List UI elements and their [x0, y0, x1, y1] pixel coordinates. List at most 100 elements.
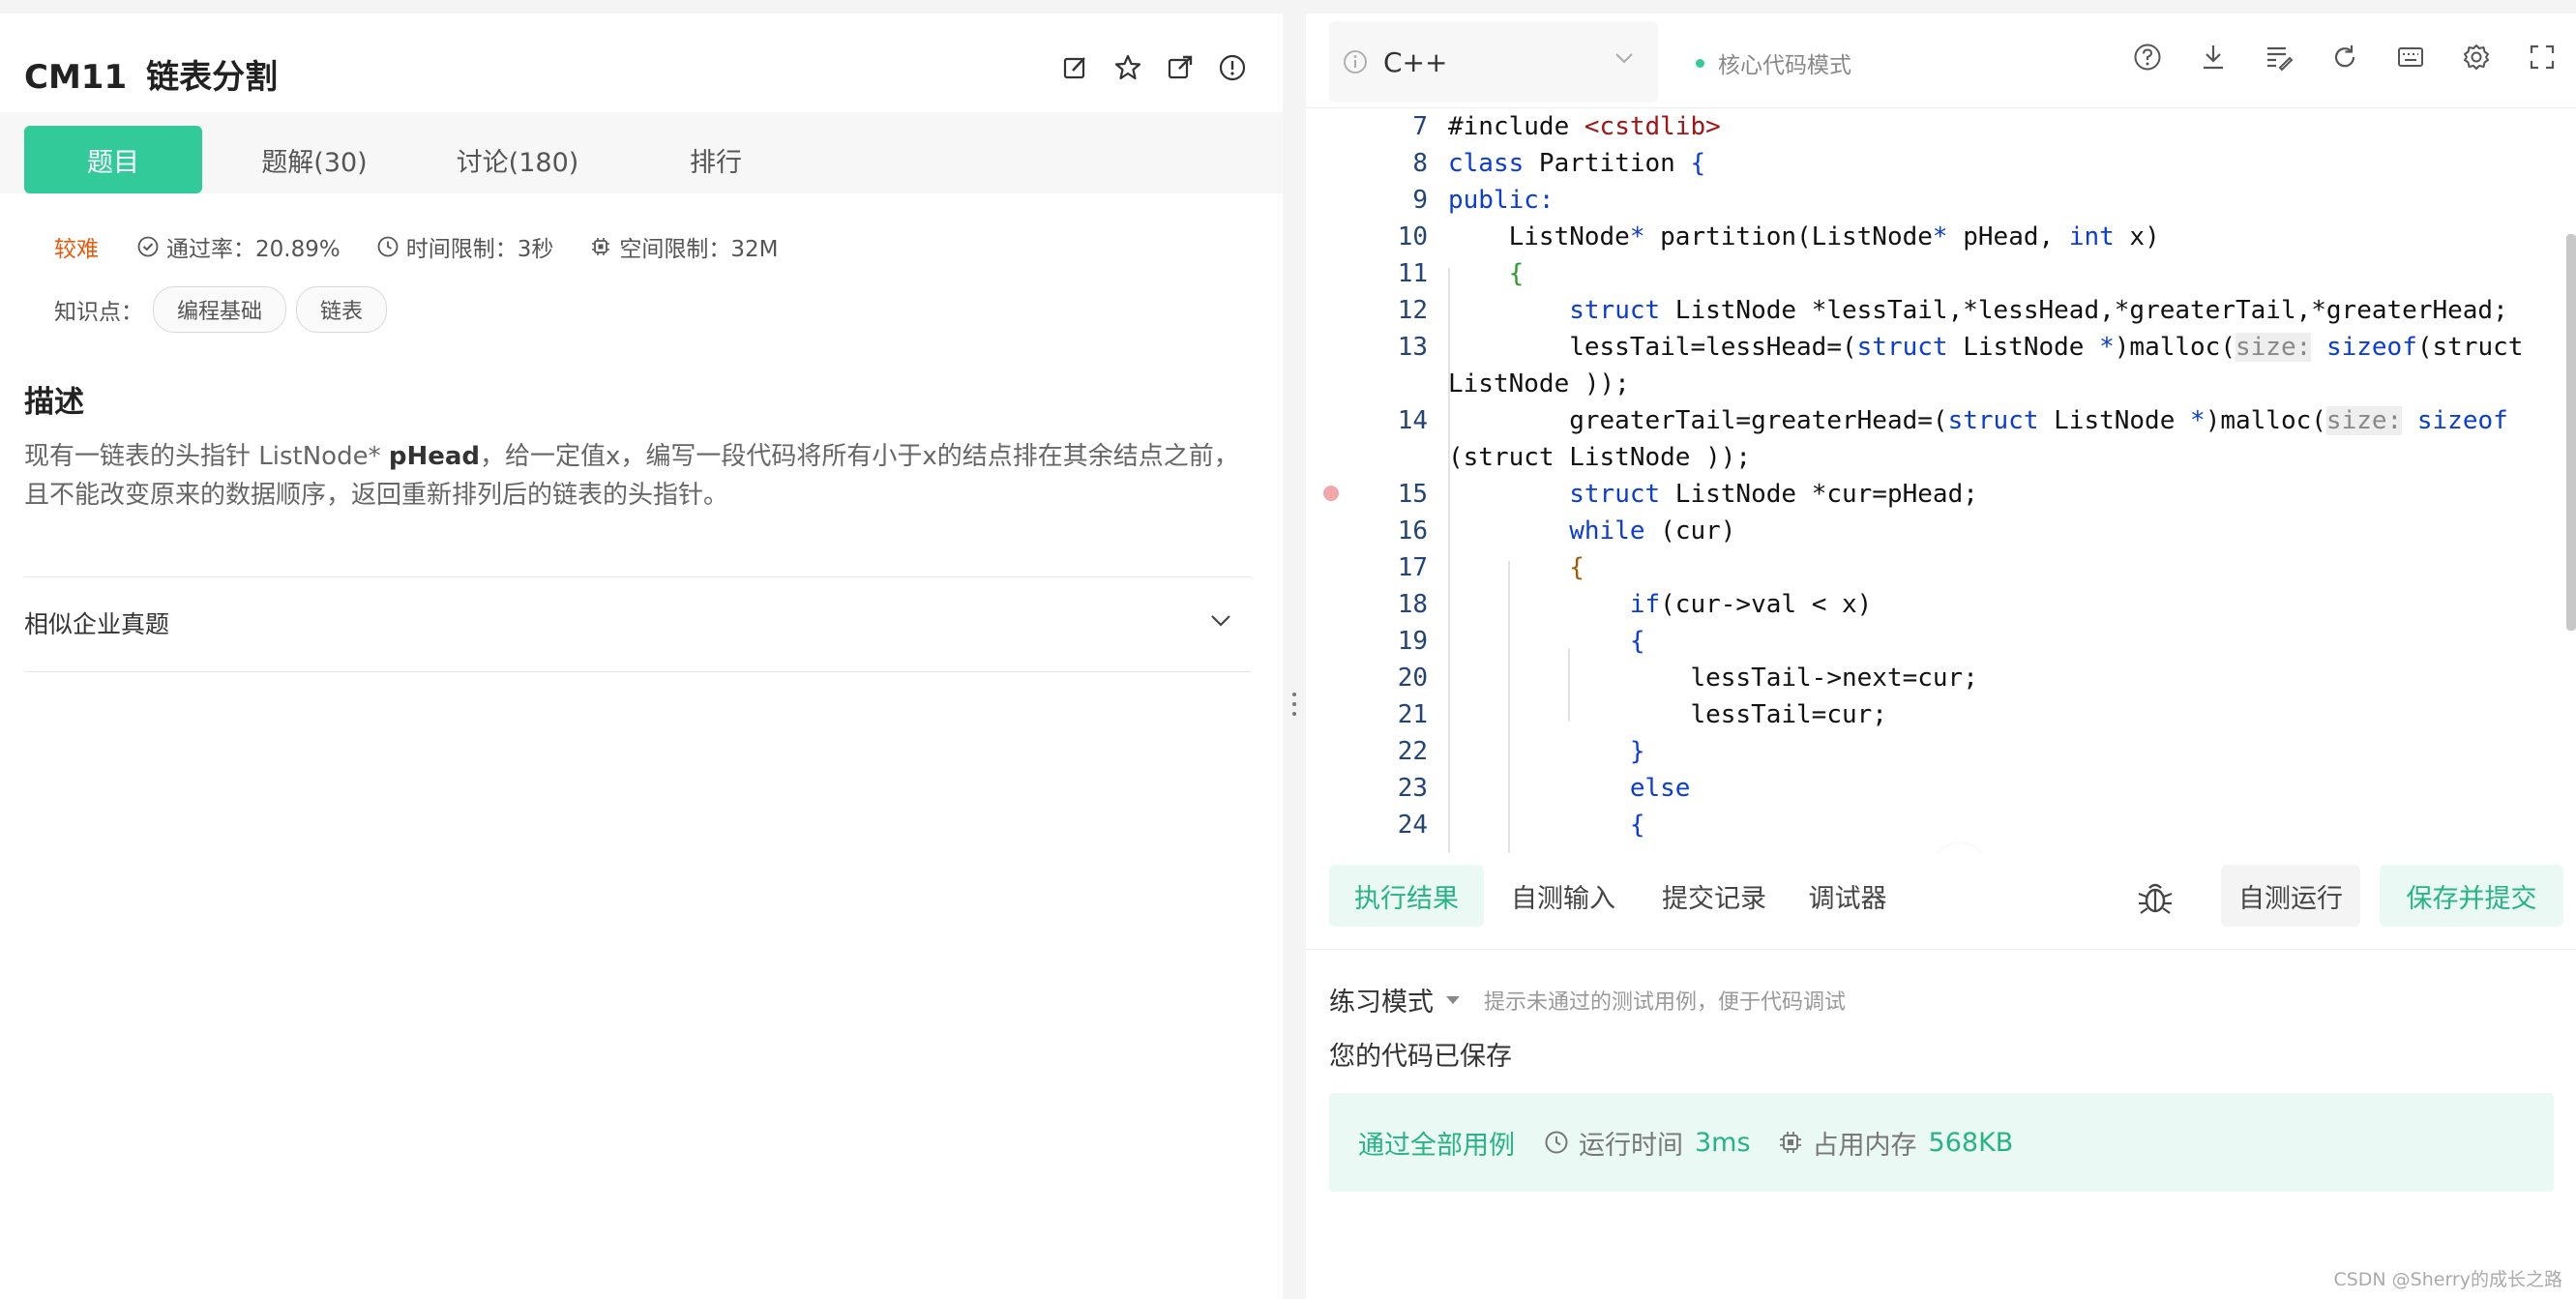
panel-resizer[interactable] [1283, 14, 1306, 1299]
editor-scrollbar[interactable] [2566, 234, 2576, 631]
chip-icon [592, 238, 610, 255]
fullscreen-icon[interactable] [2528, 43, 2557, 72]
resize-handle-icon[interactable] [1292, 693, 1296, 722]
description-text: 现有一链表的头指针 ListNode* pHead，给一定值x，编写一段代码将所… [24, 437, 1262, 515]
keyboard-icon[interactable] [2396, 43, 2425, 72]
chip-icon [1779, 1132, 1801, 1153]
time-limit: 时间限制：3秒 [377, 230, 554, 263]
save-submit-button[interactable]: 保存并提交 [2380, 865, 2563, 927]
self-test-run-button[interactable]: 自测运行 [2221, 865, 2360, 927]
line-number: 17 [1397, 553, 1428, 582]
line-number: 12 [1397, 296, 1428, 325]
memory-label: 占用内存 [1812, 1130, 1917, 1161]
code-mode[interactable]: 核心代码模式 [1696, 46, 1851, 79]
reset-icon[interactable] [2330, 43, 2359, 72]
line-number: 9 [1412, 186, 1428, 215]
saved-message: 您的代码已保存 [1329, 1042, 1512, 1072]
problem-title: 链表分割 [146, 58, 279, 97]
result-summary: 通过全部用例 运行时间 3ms 占用内存 568KB [1329, 1093, 2554, 1192]
line-number: 7 [1412, 112, 1428, 141]
kp-label: 知识点： [54, 300, 143, 325]
practice-mode-select[interactable]: 练习模式 [1329, 981, 1434, 1019]
desc-bold: pHead [388, 442, 481, 471]
line-number: 14 [1397, 406, 1428, 435]
code-mode-text: 核心代码模式 [1718, 53, 1851, 78]
runtime-label: 运行时间 [1579, 1130, 1683, 1161]
problem-header: CM11 链表分割 [0, 14, 1283, 99]
language-select[interactable]: C++ [1329, 21, 1658, 103]
editor-toolbar: C++ 核心代码模式 [1306, 14, 2576, 108]
tab-discussion[interactable]: 讨论(180) [430, 126, 605, 193]
practice-hint: 提示未通过的测试用例，便于代码调试 [1484, 989, 1847, 1015]
page-title: CM11 链表分割 [24, 50, 297, 98]
description-heading: 描述 [24, 385, 84, 420]
breakpoint-dot[interactable] [1323, 486, 1339, 501]
app-root: CM11 链表分割 题目 题解(30) 讨论(180) 排行 较难 通过率：20… [0, 0, 2576, 1299]
line-number: 24 [1397, 811, 1428, 840]
language-name: C++ [1383, 45, 1448, 78]
line-number: 20 [1397, 664, 1428, 693]
problem-panel: CM11 链表分割 题目 题解(30) 讨论(180) 排行 较难 通过率：20… [0, 14, 1283, 1299]
line-number: 18 [1397, 590, 1428, 619]
chevron-down-icon [1614, 50, 1635, 69]
problem-meta: 较难 通过率：20.89% 时间限制：3秒 空间限制：32M [54, 230, 814, 263]
star-icon[interactable] [1114, 54, 1141, 81]
line-number: 8 [1412, 149, 1428, 178]
difficulty-badge: 较难 [54, 237, 99, 262]
code-panel: C++ 核心代码模式 7 #include <cstdlib> 8 class … [1306, 14, 2576, 1299]
tab-solutions[interactable]: 题解(30) [237, 126, 392, 193]
edit-icon[interactable] [1062, 54, 1089, 81]
tab-custom-input[interactable]: 自测输入 [1495, 865, 1631, 927]
info-icon [1344, 50, 1367, 74]
help-icon[interactable] [2133, 43, 2162, 72]
tab-ranking[interactable]: 排行 [638, 126, 793, 193]
collapse-button[interactable] [1933, 843, 1987, 853]
tab-debugger[interactable]: 调试器 [1790, 865, 1906, 927]
pass-rate-text: 通过率：20.89% [166, 237, 341, 262]
watermark: CSDN @Sherry的成长之路 [2333, 1269, 2562, 1290]
result-tabs: 执行结果 自测输入 提交记录 调试器 自测运行 保存并提交 [1306, 853, 2576, 950]
pass-all-text: 通过全部用例 [1358, 1130, 1515, 1161]
tab-problem[interactable]: 题目 [24, 126, 202, 193]
knowledge-points: 知识点： 编程基础 链表 [54, 286, 388, 333]
header-actions [1062, 54, 1246, 81]
chevron-down-icon[interactable] [1209, 613, 1232, 633]
similar-questions[interactable]: 相似企业真题 [24, 605, 169, 640]
space-limit: 空间限制：32M [590, 230, 778, 263]
line-number: 23 [1397, 774, 1428, 803]
line-number: 19 [1397, 627, 1428, 656]
share-icon[interactable] [1167, 54, 1194, 81]
editor-actions [2133, 43, 2557, 72]
tag-linked-list[interactable]: 链表 [296, 286, 388, 333]
desc-part1: 现有一链表的头指针 ListNode* [24, 442, 389, 471]
caret-down-icon[interactable] [1445, 995, 1461, 1005]
problem-id: CM11 [24, 58, 128, 97]
tag-programming-basics[interactable]: 编程基础 [153, 286, 287, 333]
format-icon[interactable] [2265, 43, 2294, 72]
space-limit-text: 空间限制：32M [619, 237, 779, 262]
line-number: 11 [1397, 259, 1428, 288]
divider-line [24, 671, 1251, 672]
problem-tabs: 题目 题解(30) 讨论(180) 排行 [0, 112, 1283, 193]
runtime-value: 3ms [1695, 1127, 1751, 1158]
line-number: 15 [1397, 480, 1428, 509]
bug-icon[interactable] [2136, 878, 2175, 921]
line-number: 16 [1397, 517, 1428, 546]
clock-icon [377, 236, 399, 257]
download-icon[interactable] [2199, 43, 2228, 72]
status-dot [1696, 58, 1704, 68]
code-editor[interactable]: 7 #include <cstdlib> 8 class Partition { 9… [1306, 108, 2576, 853]
check-circle-icon [137, 236, 159, 257]
divider-line [24, 576, 1251, 577]
memory-value: 568KB [1928, 1127, 2014, 1158]
report-icon[interactable] [1219, 54, 1246, 81]
settings-icon[interactable] [2462, 43, 2491, 72]
tab-run-result[interactable]: 执行结果 [1329, 865, 1484, 927]
tab-submissions[interactable]: 提交记录 [1646, 865, 1782, 927]
time-limit-text: 时间限制：3秒 [405, 237, 554, 262]
practice-mode: 练习模式 提示未通过的测试用例，便于代码调试 [1329, 981, 1846, 1019]
clock-icon [1545, 1131, 1568, 1154]
line-number: 10 [1397, 222, 1428, 251]
line-number: 22 [1397, 737, 1428, 766]
pass-rate: 通过率：20.89% [137, 230, 341, 263]
